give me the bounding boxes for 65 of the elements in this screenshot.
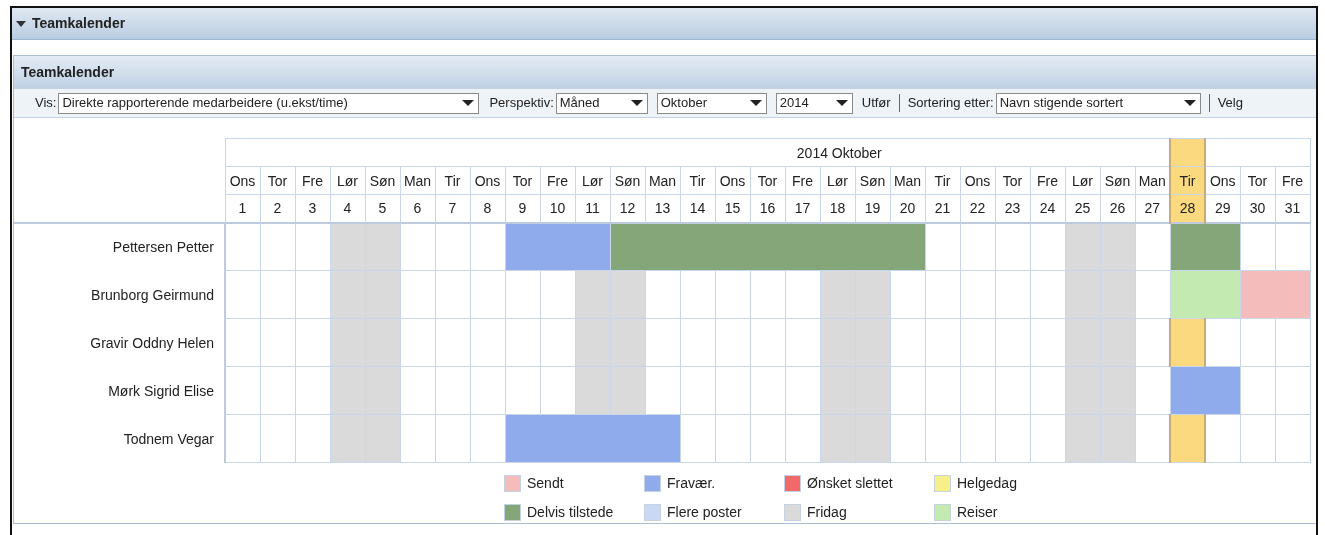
dropdown[interactable]: Direkte rapporterende medarbeidere (u.ekst/time)	[58, 92, 480, 114]
weekday-label: Tir	[680, 166, 715, 195]
legend-label: Fravær.	[667, 474, 716, 493]
weekday-label: Søn	[855, 166, 890, 195]
weekday-label: Man	[645, 166, 680, 195]
employee-name[interactable]: Mørk Sigrid Elise	[14, 366, 225, 415]
weekday-label: Lør	[330, 166, 365, 195]
weekday-label: Tor	[1240, 166, 1275, 195]
weekday-label: Ons	[1205, 166, 1240, 195]
weekday-label: Man	[890, 166, 925, 195]
day-number: 28	[1170, 194, 1205, 223]
weekday-label: Søn	[610, 166, 645, 195]
calendar-panel-title: Teamkalender	[21, 62, 115, 82]
employee-name[interactable]: Pettersen Petter	[14, 222, 225, 271]
weekday-label: Ons	[225, 166, 260, 195]
legend-label: Sendt	[527, 474, 564, 493]
panel-header[interactable]: Teamkalender	[12, 8, 1316, 40]
weekday-label: Tor	[995, 166, 1030, 195]
weekday-label: Tor	[505, 166, 540, 195]
caret-icon	[1183, 100, 1196, 106]
dropdown[interactable]: Oktober	[656, 92, 767, 114]
weekday-label: Fre	[785, 166, 820, 195]
caret-icon	[462, 100, 475, 106]
field-label: Velg	[1217, 94, 1243, 113]
weekday-label: Fre	[540, 166, 575, 195]
day-number: 1	[225, 194, 260, 223]
employee-name[interactable]: Gravir Oddny Helen	[14, 318, 225, 367]
weekday-label: Tir	[925, 166, 960, 195]
weekday-label: Fre	[1030, 166, 1065, 195]
weekday-label: Lør	[1065, 166, 1100, 195]
panel-title: Teamkalender	[32, 14, 126, 33]
legend-label: Ønsket slettet	[807, 474, 893, 493]
legend-label: Flere poster	[667, 503, 742, 522]
weekday-label: Ons	[715, 166, 750, 195]
field-label: Vis:	[35, 94, 57, 113]
run-link[interactable]: Utfør	[861, 93, 891, 113]
legend-label: Delvis tilstede	[527, 503, 614, 522]
legend-label: Fridag	[807, 503, 847, 522]
employee-name[interactable]: Brunborg Geirmund	[14, 270, 225, 319]
caret-icon	[835, 100, 848, 106]
weekday-label: Tir	[1170, 166, 1205, 195]
weekday-label: Tor	[260, 166, 295, 195]
weekday-label: Ons	[960, 166, 995, 195]
weekday-label: Tor	[750, 166, 785, 195]
weekday-label: Søn	[365, 166, 400, 195]
weekday-label: Lør	[820, 166, 855, 195]
weekday-label: Fre	[1275, 166, 1310, 195]
legend-label: Reiser	[957, 503, 998, 522]
month-title: 2014 Oktober	[225, 138, 1170, 167]
collapse-icon[interactable]	[16, 20, 26, 27]
weekday-label: Søn	[1100, 166, 1135, 195]
employee-name[interactable]: Todnem Vegar	[14, 414, 225, 463]
dropdown[interactable]: Navn stigende sortert	[995, 92, 1201, 114]
weekday-label: Lør	[575, 166, 610, 195]
weekday-label: Ons	[470, 166, 505, 195]
field-label: Sortering etter:	[907, 94, 994, 113]
dropdown[interactable]: 2014	[775, 92, 853, 114]
caret-icon	[630, 100, 643, 106]
field-label: Perspektiv:	[489, 94, 554, 113]
dropdown[interactable]: Måned	[555, 92, 648, 114]
caret-icon	[749, 100, 762, 106]
weekday-label: Tir	[435, 166, 470, 195]
legend-label: Helgedag	[957, 474, 1017, 493]
weekday-label: Fre	[295, 166, 330, 195]
weekday-label: Man	[400, 166, 435, 195]
